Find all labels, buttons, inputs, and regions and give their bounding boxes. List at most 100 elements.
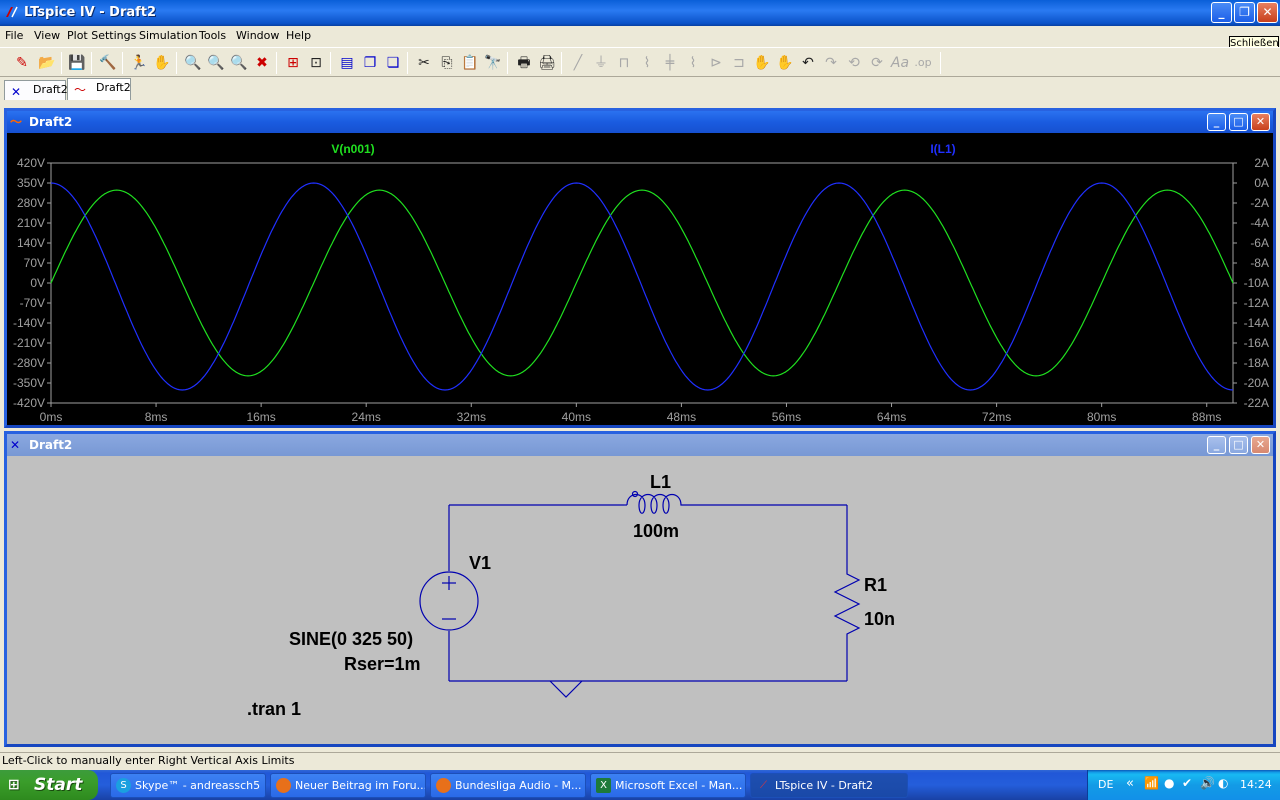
menu-help[interactable]: Help: [286, 29, 311, 42]
halt-icon[interactable]: ✋: [152, 53, 172, 73]
trace-label[interactable]: I(L1): [930, 142, 955, 156]
left-axis-label: 280V: [17, 196, 45, 210]
menu-tools[interactable]: Tools: [199, 29, 226, 42]
tab-waveform[interactable]: 〜 Draft2: [67, 78, 131, 100]
right-axis-label: -8A: [1250, 256, 1269, 270]
ground-icon[interactable]: ⏚: [591, 53, 611, 73]
undo-icon[interactable]: ↶: [798, 53, 818, 73]
text-icon[interactable]: Aa: [890, 53, 910, 73]
rotate-icon[interactable]: ⟲: [844, 53, 864, 73]
menu-view[interactable]: View: [34, 29, 60, 42]
waveform-window-titlebar[interactable]: 〜 Draft2 _ □ ✕: [7, 111, 1273, 133]
cascade-icon[interactable]: ❐: [360, 53, 380, 73]
tile-vertical-icon[interactable]: ❏: [383, 53, 403, 73]
windows-flag-icon: ⊞: [8, 777, 20, 793]
open-icon[interactable]: 📂: [37, 53, 57, 73]
manual-limits-icon[interactable]: ⊡: [306, 53, 326, 73]
taskbar-item-skype[interactable]: S Skype™ - andreassch5: [110, 773, 266, 798]
voltage-source-v1[interactable]: [419, 571, 479, 631]
resistor-icon[interactable]: ⌇: [637, 53, 657, 73]
zoom-in-icon[interactable]: 🔍: [206, 53, 226, 73]
source-value-rser[interactable]: Rser=1m: [344, 654, 421, 674]
inductor-name[interactable]: L1: [650, 472, 671, 492]
minimize-button[interactable]: _: [1211, 2, 1232, 23]
schematic-window[interactable]: ✕ Draft2 _ □ ✕ L1 100m V1 SINE(0 325 50)…: [4, 431, 1276, 747]
restore-button[interactable]: ❐: [1234, 2, 1255, 23]
language-indicator[interactable]: DE: [1098, 778, 1113, 791]
firefox-tray-icon[interactable]: ●: [1164, 776, 1174, 790]
resistor-value[interactable]: 10n: [864, 609, 895, 629]
spice-directive-icon[interactable]: .op: [913, 53, 933, 73]
menu-window[interactable]: Window: [236, 29, 279, 42]
firefox-icon: [276, 778, 291, 793]
source-name[interactable]: V1: [469, 553, 491, 573]
wire-icon[interactable]: ╱: [568, 53, 588, 73]
menu-file[interactable]: File: [5, 29, 23, 42]
paste-icon[interactable]: 📋: [460, 53, 480, 73]
ground-symbol[interactable]: [549, 680, 583, 698]
autorange-icon[interactable]: ⊞: [283, 53, 303, 73]
zoom-fit-icon[interactable]: ✖: [252, 53, 272, 73]
print-preview-icon[interactable]: 🖶: [514, 53, 534, 73]
schematic-icon: ✕: [10, 438, 21, 452]
taskbar-item-ltspice[interactable]: ⟋ LTspice IV - Draft2: [750, 773, 908, 798]
move-icon[interactable]: ✋: [752, 53, 772, 73]
x-axis-label: 40ms: [562, 410, 591, 424]
run-icon[interactable]: 🏃: [129, 53, 149, 73]
menu-plot-settings[interactable]: Plot Settings: [67, 29, 136, 42]
schematic-minimize-button[interactable]: _: [1207, 436, 1226, 454]
copy-icon[interactable]: ⎘: [437, 53, 457, 73]
start-button[interactable]: ⊞ Start: [0, 770, 98, 800]
taskbar-item-firefox-1[interactable]: Neuer Beitrag im Foru...: [270, 773, 426, 798]
security-icon[interactable]: ◐: [1218, 776, 1228, 790]
taskbar-item-excel[interactable]: X Microsoft Excel - Man...: [590, 773, 746, 798]
capacitor-icon[interactable]: ╪: [660, 53, 680, 73]
cut-icon[interactable]: ✂: [414, 53, 434, 73]
trace-label[interactable]: V(n001): [331, 142, 374, 156]
close-button[interactable]: ✕: [1257, 2, 1278, 23]
redo-icon[interactable]: ↷: [821, 53, 841, 73]
schematic-close-button[interactable]: ✕: [1251, 436, 1270, 454]
zoom-area-icon[interactable]: 🔍: [183, 53, 203, 73]
network-icon[interactable]: 📶: [1144, 776, 1159, 790]
tab-schematic[interactable]: ✕ Draft2: [4, 80, 68, 100]
waveform-minimize-button[interactable]: _: [1207, 113, 1226, 131]
control-panel-icon[interactable]: 🔨: [98, 53, 118, 73]
diode-icon[interactable]: ⊳: [706, 53, 726, 73]
inductor-icon[interactable]: ⌇: [683, 53, 703, 73]
plot-area[interactable]: 420V 350V 280V 210V 140V 70V 0V -70V -140V -210V -…: [7, 133, 1273, 425]
print-icon[interactable]: 🖨: [537, 53, 557, 73]
find-icon[interactable]: 🔭: [483, 53, 503, 73]
tile-horizontal-icon[interactable]: ▤: [337, 53, 357, 73]
waveform-maximize-button[interactable]: □: [1229, 113, 1248, 131]
resistor-name[interactable]: R1: [864, 575, 887, 595]
inductor-l1[interactable]: [624, 490, 699, 514]
resistor-r1[interactable]: [833, 566, 861, 636]
mirror-icon[interactable]: ⟳: [867, 53, 887, 73]
left-axis-label: 420V: [17, 156, 45, 170]
tran-directive[interactable]: .tran 1: [247, 699, 301, 719]
waveform-close-button[interactable]: ✕: [1251, 113, 1270, 131]
component-icon[interactable]: ⊐: [729, 53, 749, 73]
label-net-icon[interactable]: ⊓: [614, 53, 634, 73]
safely-remove-icon[interactable]: ✔: [1182, 776, 1192, 790]
schematic-drawing[interactable]: L1 100m V1 SINE(0 325 50) Rser=1m R1 10n…: [7, 456, 1273, 744]
tray-expand-icon[interactable]: «: [1126, 776, 1134, 791]
volume-icon[interactable]: 🔊: [1200, 776, 1215, 790]
taskbar-item-firefox-2[interactable]: Bundesliga Audio - M...: [430, 773, 586, 798]
schematic-maximize-button[interactable]: □: [1229, 436, 1248, 454]
save-icon[interactable]: 💾: [67, 53, 87, 73]
excel-icon: X: [596, 778, 611, 793]
drag-icon[interactable]: ✋: [775, 53, 795, 73]
menu-simulation[interactable]: Simulation: [139, 29, 198, 42]
schematic-canvas[interactable]: L1 100m V1 SINE(0 325 50) Rser=1m R1 10n…: [7, 456, 1273, 744]
zoom-out-icon[interactable]: 🔍: [229, 53, 249, 73]
waveform-plot[interactable]: 420V 350V 280V 210V 140V 70V 0V -70V -140V -210V -…: [7, 133, 1273, 425]
inductor-value[interactable]: 100m: [633, 521, 679, 541]
new-schematic-icon[interactable]: ✎: [12, 53, 32, 73]
schematic-window-titlebar[interactable]: ✕ Draft2 _ □ ✕: [7, 434, 1273, 456]
waveform-window[interactable]: 〜 Draft2 _ □ ✕ 420V 350V 280V 210V 140V 70V 0V…: [4, 108, 1276, 428]
source-value-sine[interactable]: SINE(0 325 50): [289, 629, 413, 649]
ltspice-icon: ⟋: [760, 780, 767, 791]
left-axis-label: -420V: [13, 396, 45, 410]
